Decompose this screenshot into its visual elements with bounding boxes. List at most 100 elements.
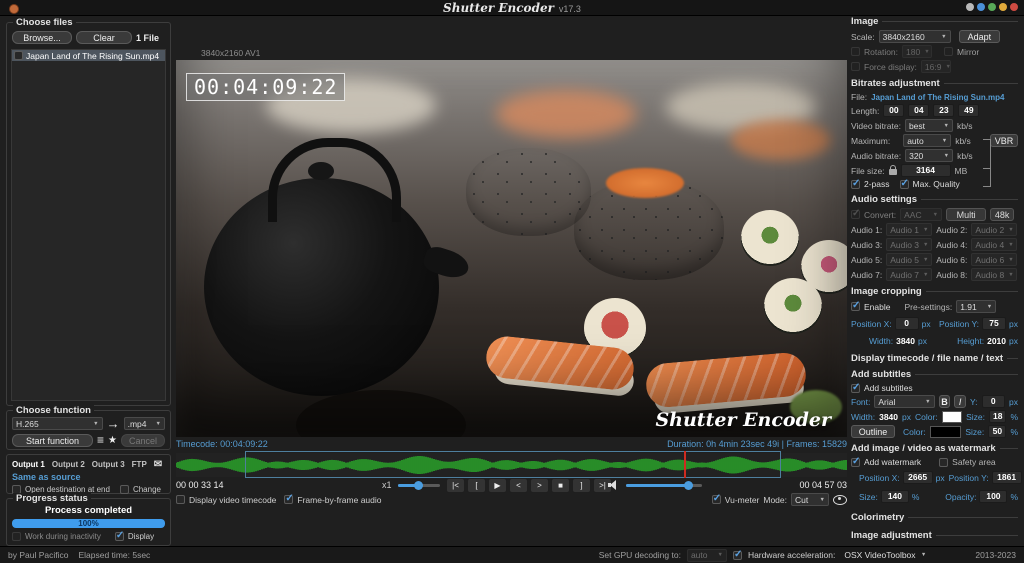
- length-frames[interactable]: 49: [958, 104, 979, 117]
- force-display-checkbox[interactable]: [851, 62, 860, 71]
- start-function-button[interactable]: Start function: [12, 434, 93, 447]
- display-video-timecode-checkbox[interactable]: [176, 495, 185, 504]
- audio2-select[interactable]: Audio 2: [971, 223, 1017, 236]
- audio6-select[interactable]: Audio 6: [971, 253, 1017, 266]
- speed-slider[interactable]: [398, 484, 440, 487]
- update-icon[interactable]: [988, 3, 996, 11]
- menu-icon[interactable]: ≡: [97, 436, 104, 445]
- work-inactivity-checkbox[interactable]: [12, 532, 21, 541]
- set-in-button[interactable]: [: [467, 478, 486, 493]
- display-checkbox[interactable]: [115, 532, 124, 541]
- frame-by-frame-checkbox[interactable]: [284, 495, 293, 504]
- add-subtitles-checkbox[interactable]: [851, 384, 860, 393]
- vbr-button[interactable]: VBR: [990, 134, 1018, 147]
- text-section-header[interactable]: Display timecode / file name / text: [851, 353, 1018, 364]
- wm-opacity-value[interactable]: 100: [979, 490, 1007, 503]
- speaker-icon[interactable]: [608, 480, 619, 490]
- force-display-select[interactable]: 16:9: [921, 60, 951, 73]
- subtitle-color-swatch[interactable]: [942, 411, 962, 423]
- gpu-decoding-select[interactable]: auto: [687, 549, 727, 562]
- play-button[interactable]: ▶: [488, 478, 507, 493]
- tab-output-1[interactable]: Output 1: [12, 460, 45, 469]
- audio-bitrate-select[interactable]: 320: [905, 149, 953, 162]
- crop-posy-value[interactable]: 75: [982, 317, 1006, 330]
- audio-waveform[interactable]: [176, 453, 847, 477]
- window-close-button[interactable]: [9, 4, 19, 14]
- audio1-select[interactable]: Audio 1: [886, 223, 932, 236]
- italic-button[interactable]: I: [954, 395, 966, 408]
- two-pass-checkbox[interactable]: [851, 180, 860, 189]
- font-select[interactable]: Arial: [874, 395, 934, 408]
- destination-link[interactable]: Same as source: [12, 472, 81, 482]
- wm-size-value[interactable]: 140: [881, 490, 909, 503]
- codec-select[interactable]: H.265: [12, 417, 103, 430]
- audio7-select[interactable]: Audio 7: [886, 268, 932, 281]
- favorite-icon[interactable]: ★: [108, 435, 117, 446]
- mail-icon[interactable]: ✉: [154, 459, 162, 470]
- change-checkbox[interactable]: [120, 485, 129, 494]
- go-start-button[interactable]: |<: [446, 478, 465, 493]
- file-checkbox[interactable]: [14, 51, 23, 60]
- convert-codec-select[interactable]: AAC: [900, 208, 942, 221]
- stop-button[interactable]: ■: [551, 478, 570, 493]
- bold-button[interactable]: B: [939, 395, 951, 408]
- audio3-select[interactable]: Audio 3: [886, 238, 932, 251]
- rotation-select[interactable]: 180: [902, 45, 932, 58]
- wm-posx-value[interactable]: 2665: [903, 471, 933, 484]
- hardware-acceleration-select[interactable]: OSX VideoToolbox: [841, 549, 929, 562]
- filesize-value[interactable]: 3164: [901, 164, 951, 177]
- max-quality-checkbox[interactable]: [900, 180, 909, 189]
- tab-ftp[interactable]: FTP: [132, 460, 147, 469]
- audio4-select[interactable]: Audio 4: [971, 238, 1017, 251]
- wm-posy-value[interactable]: 1861: [992, 471, 1022, 484]
- scale-select[interactable]: 3840x2160: [879, 30, 951, 43]
- file-list[interactable]: Japan Land of The Rising Sun.mp4: [11, 49, 166, 401]
- eye-icon[interactable]: [833, 495, 847, 505]
- video-preview[interactable]: 00:04:09:22 Shutter Encoder: [176, 60, 847, 437]
- quit-icon[interactable]: [1010, 3, 1018, 11]
- playhead[interactable]: [684, 451, 686, 478]
- hardware-acceleration-checkbox[interactable]: [733, 551, 742, 560]
- settings-icon[interactable]: [966, 3, 974, 11]
- donate-icon[interactable]: [999, 3, 1007, 11]
- rotation-checkbox[interactable]: [851, 47, 860, 56]
- mode-select[interactable]: Cut: [791, 493, 829, 506]
- outline-button[interactable]: Outline: [851, 425, 895, 438]
- samplerate-button[interactable]: 48k: [990, 208, 1014, 221]
- audio5-select[interactable]: Audio 5: [886, 253, 932, 266]
- vu-meter-checkbox[interactable]: [712, 495, 721, 504]
- add-watermark-checkbox[interactable]: [851, 458, 860, 467]
- browse-button[interactable]: Browse...: [12, 31, 72, 44]
- presettings-select[interactable]: 1.91: [956, 300, 996, 313]
- mirror-checkbox[interactable]: [944, 47, 953, 56]
- crop-posx-value[interactable]: 0: [895, 317, 919, 330]
- multi-button[interactable]: Multi: [946, 208, 986, 221]
- subtitle-y-value[interactable]: 0: [982, 395, 1005, 408]
- tab-output-3[interactable]: Output 3: [92, 460, 125, 469]
- tab-output-2[interactable]: Output 2: [52, 460, 85, 469]
- volume-slider[interactable]: [626, 484, 702, 487]
- outline-size-value[interactable]: 50: [988, 425, 1006, 438]
- safety-area-checkbox[interactable]: [939, 458, 948, 467]
- audio8-select[interactable]: Audio 8: [971, 268, 1017, 281]
- video-bitrate-select[interactable]: best: [905, 119, 953, 132]
- crop-enable-checkbox[interactable]: [851, 302, 860, 311]
- length-minutes[interactable]: 04: [908, 104, 929, 117]
- maximum-select[interactable]: auto: [903, 134, 951, 147]
- set-out-button[interactable]: ]: [572, 478, 591, 493]
- cancel-button[interactable]: Cancel: [121, 434, 165, 447]
- step-back-button[interactable]: <: [509, 478, 528, 493]
- adapt-button[interactable]: Adapt: [959, 30, 1001, 43]
- info-icon[interactable]: [977, 3, 985, 11]
- container-select[interactable]: .mp4: [124, 417, 165, 430]
- convert-checkbox[interactable]: [851, 210, 860, 219]
- outline-color-swatch[interactable]: [930, 426, 962, 438]
- file-list-item[interactable]: Japan Land of The Rising Sun.mp4: [12, 50, 165, 61]
- colorimetry-section-header[interactable]: Colorimetry: [851, 512, 1018, 523]
- waveform-selection[interactable]: [245, 451, 781, 478]
- length-seconds[interactable]: 23: [933, 104, 954, 117]
- step-forward-button[interactable]: >: [530, 478, 549, 493]
- image-adjustment-section-header[interactable]: Image adjustment: [851, 530, 1018, 541]
- clear-button[interactable]: Clear: [76, 31, 132, 44]
- subtitle-size-value[interactable]: 18: [989, 410, 1006, 423]
